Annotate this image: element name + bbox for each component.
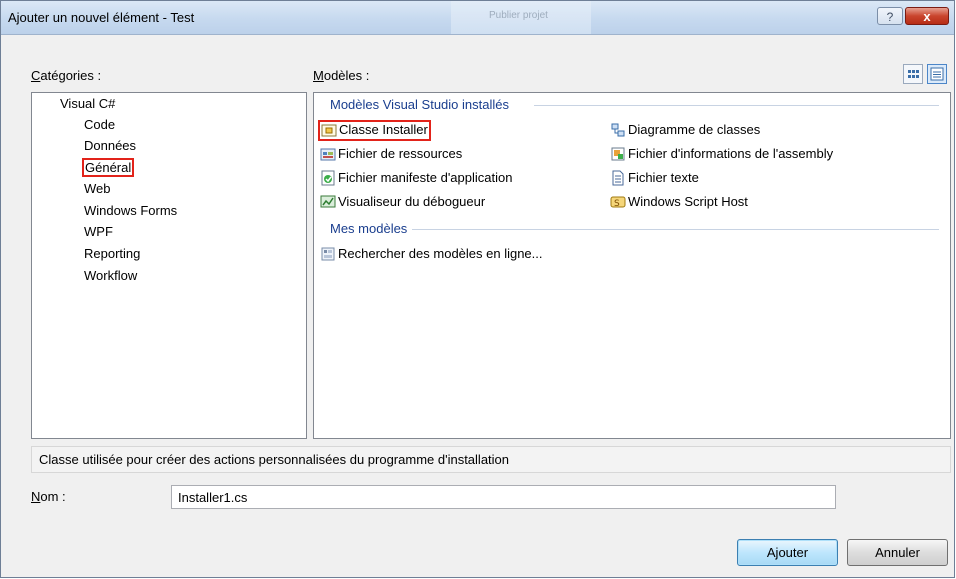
- large-icons-view-button[interactable]: [903, 64, 923, 84]
- template-text-file[interactable]: Fichier texte: [610, 168, 699, 188]
- template-label: Visualiseur du débogueur: [338, 194, 486, 209]
- template-debugger-visualizer[interactable]: Visualiseur du débogueur: [320, 192, 485, 212]
- help-button[interactable]: ?: [877, 7, 903, 25]
- categories-tree[interactable]: Visual C# Code Données Général Web Windo…: [31, 92, 307, 439]
- add-item-dialog: Ajouter un nouvel élément - Test Publier…: [0, 0, 955, 578]
- template-description: Classe utilisée pour créer des actions p…: [31, 446, 951, 473]
- category-wpf[interactable]: WPF: [84, 224, 113, 239]
- template-assembly-info[interactable]: Fichier d'informations de l'assembly: [610, 144, 833, 164]
- group-mine-header: Mes modèles: [330, 221, 408, 236]
- template-installer-class[interactable]: Classe Installer: [318, 120, 431, 141]
- template-resource-file[interactable]: Fichier de ressources: [320, 144, 462, 164]
- small-icons-view-button[interactable]: [927, 64, 947, 84]
- debugger-visualizer-icon: [320, 195, 336, 208]
- template-label: Classe Installer: [339, 122, 428, 137]
- group-installed-divider: [534, 105, 939, 106]
- template-label: Windows Script Host: [628, 194, 748, 209]
- template-label: Fichier manifeste d'application: [338, 170, 513, 185]
- search-online-icon: [321, 247, 335, 261]
- script-host-icon: S: [610, 196, 626, 209]
- app-manifest-icon: [321, 170, 335, 186]
- template-label: Rechercher des modèles en ligne...: [338, 246, 543, 261]
- category-donnees[interactable]: Données: [84, 138, 136, 153]
- category-general[interactable]: Général: [81, 158, 135, 177]
- group-installed-header: Modèles Visual Studio installés: [330, 97, 509, 112]
- templates-list[interactable]: Modèles Visual Studio installés Classe I…: [313, 92, 951, 439]
- category-code[interactable]: Code: [84, 117, 115, 132]
- cancel-button[interactable]: Annuler: [847, 539, 948, 566]
- class-diagram-icon: [611, 123, 625, 137]
- assembly-info-icon: [611, 147, 625, 161]
- grid-view-icon: [908, 70, 919, 78]
- template-label: Fichier de ressources: [338, 146, 463, 161]
- template-label: Fichier d'informations de l'assembly: [628, 146, 834, 161]
- close-button[interactable]: x: [905, 7, 949, 25]
- template-label: Diagramme de classes: [628, 122, 761, 137]
- name-input[interactable]: [171, 485, 836, 509]
- background-window-title: Publier projet: [489, 10, 548, 21]
- template-app-manifest[interactable]: Fichier manifeste d'application: [320, 168, 512, 188]
- templates-label: Modèles :: [313, 68, 370, 83]
- window-title: Ajouter un nouvel élément - Test: [8, 10, 195, 25]
- group-mine-divider: [412, 229, 939, 230]
- template-label: Fichier texte: [628, 170, 699, 185]
- category-visual-csharp[interactable]: Visual C#: [60, 96, 115, 111]
- template-search-online[interactable]: Rechercher des modèles en ligne...: [320, 244, 543, 264]
- resource-file-icon: [320, 148, 336, 161]
- template-class-diagram[interactable]: Diagramme de classes: [610, 120, 760, 140]
- add-button[interactable]: Ajouter: [737, 539, 838, 566]
- title-bar[interactable]: Ajouter un nouvel élément - Test Publier…: [1, 1, 954, 35]
- template-windows-script-host[interactable]: S Windows Script Host: [610, 192, 748, 212]
- background-window-ghost: Publier projet: [451, 1, 591, 34]
- category-general-label: Général: [81, 158, 135, 177]
- category-windows-forms[interactable]: Windows Forms: [84, 203, 177, 218]
- category-workflow[interactable]: Workflow: [84, 268, 137, 283]
- category-reporting[interactable]: Reporting: [84, 246, 140, 261]
- list-view-icon: [930, 67, 944, 81]
- categories-label: Catégories :: [31, 68, 102, 83]
- category-web[interactable]: Web: [84, 181, 111, 196]
- installer-class-icon: [321, 124, 337, 137]
- svg-text:S: S: [614, 199, 620, 209]
- text-file-icon: [612, 170, 624, 186]
- name-label: Nom :: [31, 489, 66, 504]
- template-installer-class-highlight: Classe Installer: [318, 120, 431, 141]
